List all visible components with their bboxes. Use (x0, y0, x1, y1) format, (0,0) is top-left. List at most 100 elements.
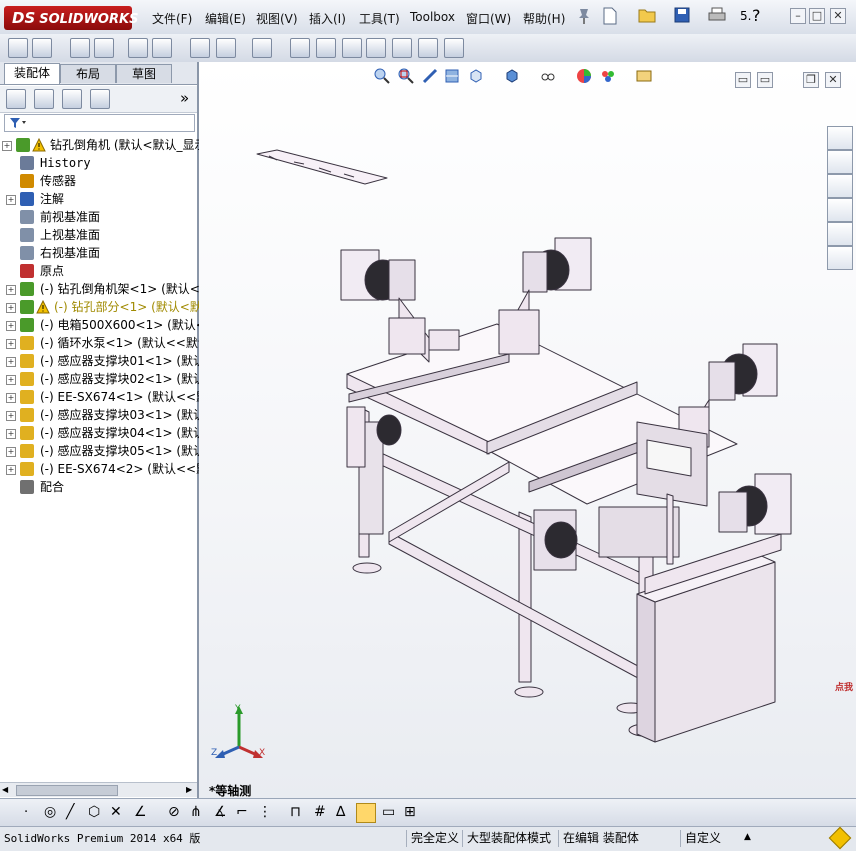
new-part-icon[interactable] (32, 38, 52, 58)
solidworks-resources-icon[interactable] (827, 126, 853, 150)
property-manager-icon[interactable] (34, 89, 54, 109)
tab-assembly[interactable]: 装配体 (4, 63, 60, 84)
new-document-icon[interactable] (602, 7, 618, 28)
expand-toggle-icon[interactable]: + (2, 141, 12, 151)
expand-toggle-icon[interactable]: + (6, 429, 16, 439)
menu-view[interactable]: 视图(V) (256, 10, 298, 27)
menu-help[interactable]: 帮助(H) (523, 10, 565, 27)
print-icon[interactable] (708, 7, 726, 26)
design-library-icon[interactable] (827, 150, 853, 174)
bill-of-materials-icon[interactable] (316, 38, 336, 58)
new-motion-study-icon[interactable] (290, 38, 310, 58)
trim-icon[interactable]: ✕ (110, 804, 122, 820)
instant3d-icon[interactable] (444, 38, 464, 58)
configuration-manager-icon[interactable] (62, 89, 82, 109)
tree-item[interactable]: History (0, 154, 197, 172)
line-icon[interactable]: ╱ (66, 804, 74, 820)
scroll-right-icon[interactable]: ▶ (186, 785, 194, 794)
mirror-icon[interactable]: ⋔ (190, 804, 202, 820)
menu-edit[interactable]: 编辑(E) (205, 10, 246, 27)
rebuild-tag-icon[interactable] (828, 826, 852, 850)
horizontal-scrollbar[interactable]: ◀ ▶ (0, 782, 197, 797)
explode-line-sketch-icon[interactable] (366, 38, 386, 58)
tree-filter[interactable] (4, 114, 195, 132)
menu-insert[interactable]: 插入(I) (309, 10, 346, 27)
menu-window[interactable]: 窗口(W) (466, 10, 511, 27)
expand-toggle-icon[interactable]: + (6, 195, 16, 205)
display-manager-icon[interactable] (90, 89, 110, 109)
expand-toggle-icon[interactable]: + (6, 411, 16, 421)
restore-button[interactable]: □ (809, 8, 825, 24)
fillet-icon[interactable]: ∡ (214, 804, 227, 820)
extend-icon[interactable]: ∠ (134, 804, 147, 820)
circle-icon[interactable]: ◎ (44, 804, 56, 820)
tree-item[interactable]: 配合 (0, 478, 197, 496)
expand-toggle-icon[interactable]: + (6, 285, 16, 295)
assembly-features-icon[interactable] (216, 38, 236, 58)
single-view-icon[interactable]: ▭ (382, 804, 395, 820)
file-explorer-icon[interactable] (827, 174, 853, 198)
tab-layout[interactable]: 布局 (60, 64, 116, 83)
tab-sketch[interactable]: 草图 (116, 64, 172, 83)
tree-item[interactable]: 上视基准面 (0, 226, 197, 244)
custom-units[interactable]: 自定义 (680, 830, 753, 847)
relation-icon[interactable]: ∆ (336, 804, 345, 820)
custom-properties-icon[interactable] (827, 246, 853, 270)
tree-item[interactable]: 原点 (0, 262, 197, 280)
tree-item[interactable]: + (-) 循环水泵<1> (默认<<默认>_显示状态 1>) (0, 334, 300, 352)
two-view-icon[interactable]: ⊞ (404, 804, 416, 820)
side-note[interactable]: 点我 (835, 680, 853, 693)
save-icon[interactable] (674, 7, 690, 26)
insert-component-icon[interactable] (8, 38, 28, 58)
expand-toggle-icon[interactable]: + (6, 339, 16, 349)
feature-manager-icon[interactable] (6, 89, 26, 109)
minimize-button[interactable]: – (790, 8, 806, 24)
expand-toggle-icon[interactable]: + (6, 465, 16, 475)
grid-icon[interactable]: # (314, 804, 326, 820)
tree-item[interactable]: + 钻孔倒角机 (默认<默认_显示状态-1>) (0, 136, 257, 154)
expand-toggle-icon[interactable]: + (6, 393, 16, 403)
tree-item[interactable]: + (-) EE-SX674<1> (默认<<默认>_显示状态 1>) (0, 388, 310, 406)
tree-item[interactable]: + (-) 感应器支撑块01<1> (默认<<默认>_显示状态 1>) (0, 352, 339, 370)
tree-item[interactable]: + 注解 (0, 190, 197, 208)
tree-item[interactable]: + (-) 电箱500X600<1> (默认<<默认>_显示状态 1>) (0, 316, 330, 334)
tree-item[interactable]: + (-) EE-SX674<2> (默认<<默认>_显示状态 1>) (0, 460, 310, 478)
close-button[interactable]: ✕ (830, 8, 846, 24)
mate-icon[interactable] (70, 38, 90, 58)
view-cube-icon[interactable] (356, 803, 376, 823)
offset-icon[interactable]: ⊘ (168, 804, 180, 820)
reference-geometry-icon[interactable] (252, 38, 272, 58)
move-component-icon[interactable] (152, 38, 172, 58)
expand-toggle-icon[interactable]: + (6, 357, 16, 367)
help-icon[interactable]: ? (752, 6, 761, 25)
large-assembly-mode[interactable]: 大型装配体模式 (462, 830, 555, 847)
scroll-left-icon[interactable]: ◀ (2, 785, 10, 794)
scroll-thumb[interactable] (16, 785, 118, 796)
tree-item[interactable]: 前视基准面 (0, 208, 197, 226)
menu-tools[interactable]: 工具(T) (359, 10, 400, 27)
units-up-icon[interactable]: ▲ (744, 832, 751, 842)
construction-icon[interactable]: ⋮ (258, 804, 272, 820)
tree-item[interactable]: + (-) 钻孔部分<1> (默认<默认_显示状态-1>) (0, 298, 295, 316)
assembly-model[interactable] (199, 62, 856, 798)
tree-item[interactable]: 右视基准面 (0, 244, 197, 262)
expand-toggle-icon[interactable]: + (6, 375, 16, 385)
menu-toolbox[interactable]: Toolbox (410, 10, 455, 24)
show-hidden-icon[interactable] (190, 38, 210, 58)
view-palette-icon[interactable] (827, 198, 853, 222)
pin-icon[interactable] (577, 7, 591, 28)
exploded-view-icon[interactable] (342, 38, 362, 58)
appearances-icon[interactable] (827, 222, 853, 246)
smart-fasteners-icon[interactable] (128, 38, 148, 58)
interference-detection-icon[interactable] (392, 38, 412, 58)
solidworks-logo[interactable]: DS SOLIDWORKS (4, 6, 138, 30)
point-icon[interactable]: · (24, 805, 28, 820)
tree-item[interactable]: + (-) 感应器支撑块05<1> (默认<<默认>_显示状态 1>) (0, 442, 339, 460)
tree-item[interactable]: + (-) 感应器支撑块03<1> (默认<<默认>_显示状态 1>) (0, 406, 339, 424)
expand-panel-icon[interactable]: » (180, 89, 189, 107)
dimension-icon[interactable]: ⊓ (290, 804, 301, 820)
linear-pattern-icon[interactable] (94, 38, 114, 58)
polygon-icon[interactable]: ⬡ (88, 804, 100, 820)
tree-item[interactable]: + (-) 感应器支撑块04<1> (默认<<默认>_显示状态 1>) (0, 424, 339, 442)
tree-item[interactable]: + (-) 钻孔倒角机架<1> (默认<<默认>_显示状态 1>) (0, 280, 324, 298)
